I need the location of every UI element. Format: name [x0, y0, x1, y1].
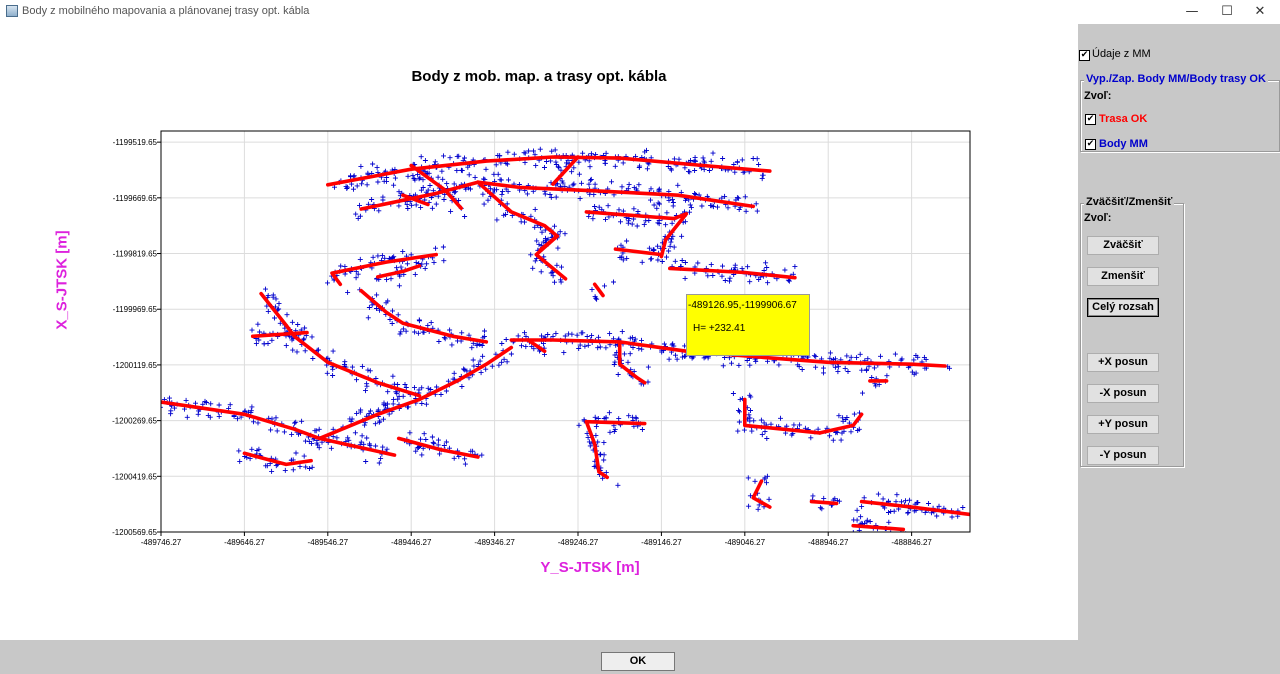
close-button[interactable]: ✕	[1240, 0, 1280, 24]
trasa-label: Trasa OK	[1099, 113, 1148, 125]
zvol-label-2: Zvoľ:	[1084, 212, 1112, 224]
y-tick-label: -1200569.65	[112, 528, 157, 537]
pan-plus-y-button[interactable]: +Y posun	[1087, 415, 1159, 434]
tooltip-height: H= +232.41	[693, 323, 746, 334]
tooltip-coords: -489126.95,-1199906.67	[688, 300, 797, 311]
pan-minus-x-button[interactable]: -X posun	[1087, 384, 1159, 403]
x-tick-label: -489746.27	[141, 538, 182, 547]
x-tick-label: -489146.27	[641, 538, 682, 547]
pan-minus-y-button[interactable]: -Y posun	[1087, 446, 1159, 465]
y-tick-label: -1199819.65	[113, 250, 158, 259]
body-checkbox[interactable]: ✔	[1085, 139, 1096, 150]
zoom-group-title: Zväčšiť/Zmenšiť	[1084, 196, 1175, 208]
x-tick-label: -488946.27	[808, 538, 849, 547]
ok-button[interactable]: OK	[601, 652, 675, 671]
control-panel: ✔ Údaje z MM Vyp./Zap. Body MM/Body tras…	[1078, 24, 1280, 640]
zvol-label-1: Zvoľ:	[1084, 90, 1112, 102]
x-tick-label: -489346.27	[474, 538, 515, 547]
plot-canvas[interactable]: -489746.27 -489646.27 -489546.27 -489446.27…	[0, 0, 1078, 640]
bottom-bar: OK	[0, 640, 1280, 674]
body-label: Body MM	[1099, 138, 1148, 150]
trasa-checkbox[interactable]: ✔	[1085, 114, 1096, 125]
x-tick-label: -488846.27	[891, 538, 932, 547]
x-tick-label: -489646.27	[224, 538, 265, 547]
udaje-label: Údaje z MM	[1092, 48, 1151, 60]
y-tick-label: -1199969.65	[113, 305, 158, 314]
y-tick-label: -1200119.65	[113, 361, 158, 370]
y-tick-label: -1199519.65	[113, 138, 158, 147]
minimize-button[interactable]: —	[1172, 0, 1212, 24]
udaje-checkbox[interactable]: ✔	[1079, 50, 1090, 61]
x-tick-label: -489446.27	[391, 538, 432, 547]
full-extent-button[interactable]: Celý rozsah	[1087, 298, 1159, 317]
trasa-ok-line	[584, 419, 647, 426]
y-tick-label: -1199669.65	[113, 194, 158, 203]
zoom-out-button[interactable]: Zmenšiť	[1087, 267, 1159, 286]
coordinate-tooltip: -489126.95,-1199906.67 H= +232.41	[686, 294, 810, 356]
x-tick-label: -489046.27	[725, 538, 766, 547]
x-tick-label: -489546.27	[308, 538, 349, 547]
pan-plus-x-button[interactable]: +X posun	[1087, 353, 1159, 372]
y-tick-label: -1200419.65	[112, 472, 157, 481]
zoom-in-button[interactable]: Zväčšiť	[1087, 236, 1159, 255]
trasa-ok-line	[809, 499, 839, 506]
visibility-group-title: Vyp./Zap. Body MM/Body trasy OK	[1084, 73, 1268, 85]
x-tick-label: -489246.27	[558, 538, 599, 547]
y-tick-label: -1200269.65	[112, 417, 157, 426]
